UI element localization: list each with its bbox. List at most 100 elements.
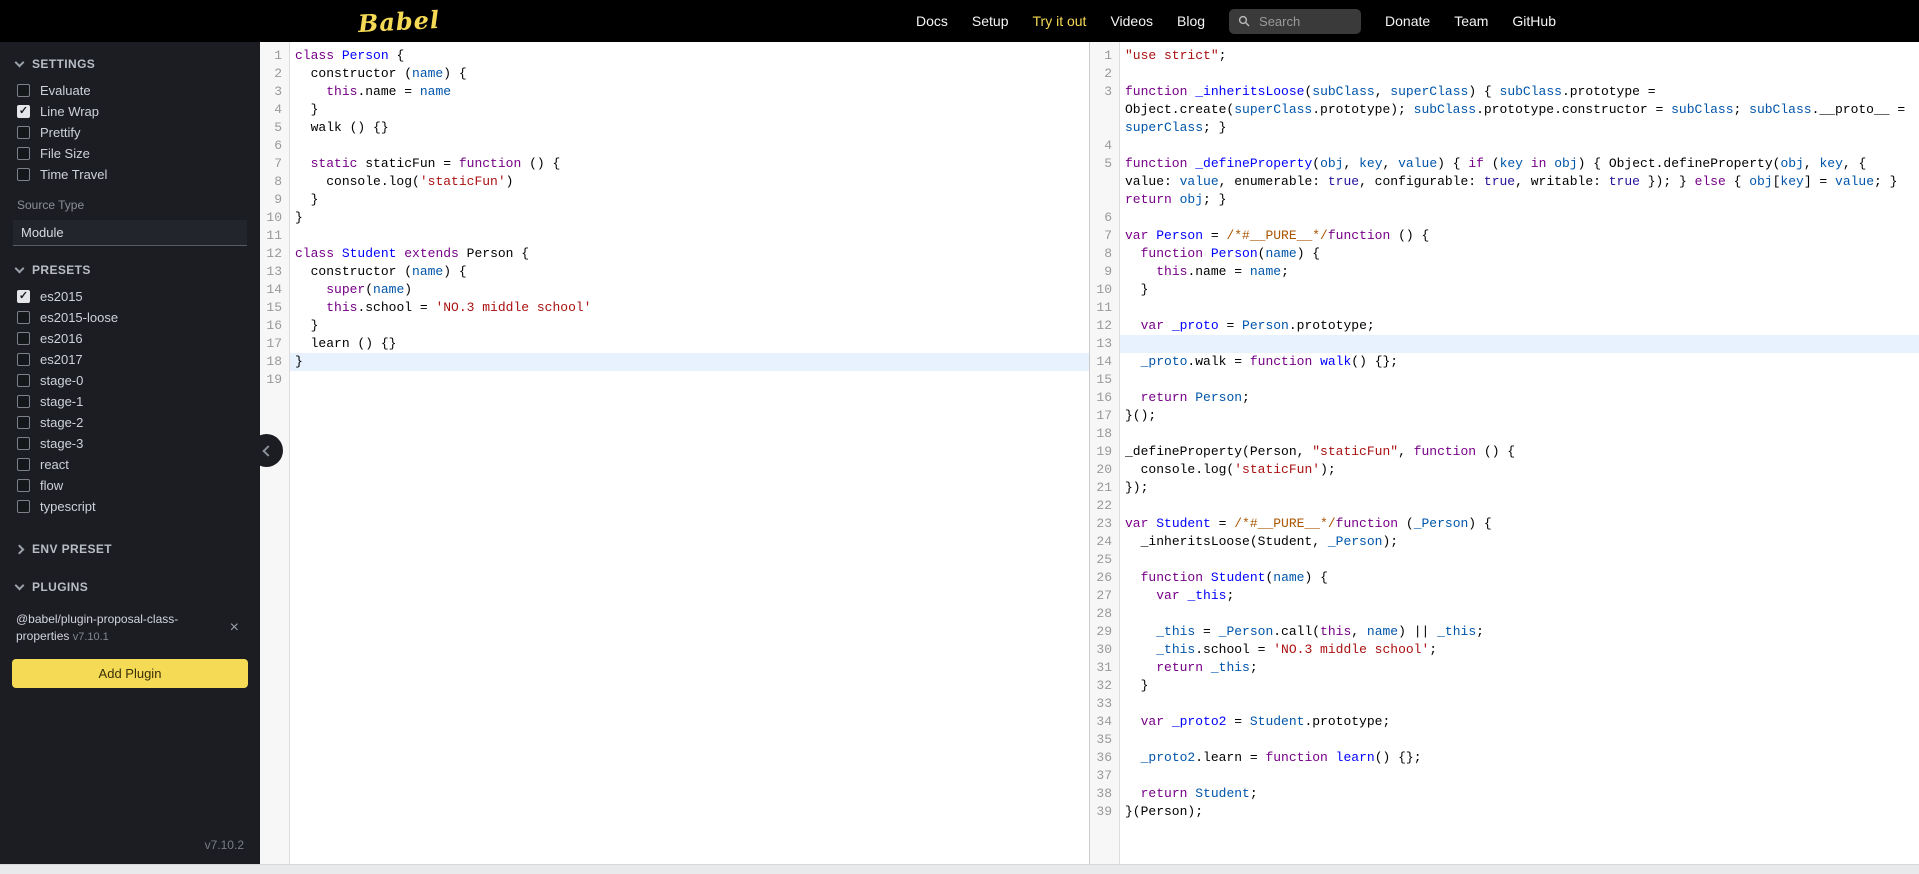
unchecked-checkbox[interactable] xyxy=(17,311,30,324)
horizontal-scrollbar[interactable] xyxy=(0,864,1919,874)
search-input[interactable] xyxy=(1257,12,1353,30)
code-text[interactable]: }(Person); xyxy=(1120,803,1919,821)
code-text[interactable] xyxy=(1120,551,1919,569)
code-text[interactable] xyxy=(290,227,1089,245)
code-text[interactable]: var Student = /*#__PURE__*/function (_Pe… xyxy=(1120,515,1919,533)
code-text[interactable]: function _defineProperty(obj, key, value… xyxy=(1120,155,1919,209)
code-text[interactable]: "use strict"; xyxy=(1120,47,1919,65)
code-text[interactable] xyxy=(1120,209,1919,227)
code-text[interactable] xyxy=(1120,497,1919,515)
code-text[interactable] xyxy=(1120,767,1919,785)
preset-typescript[interactable]: typescript xyxy=(0,496,260,517)
unchecked-checkbox[interactable] xyxy=(17,395,30,408)
env-preset-section-header[interactable]: ENV PRESET xyxy=(0,527,260,565)
code-text[interactable]: class Student extends Person { xyxy=(290,245,1089,263)
preset-stage-1[interactable]: stage-1 xyxy=(0,391,260,412)
code-text[interactable] xyxy=(290,137,1089,155)
code-text[interactable] xyxy=(1120,299,1919,317)
preset-flow[interactable]: flow xyxy=(0,475,260,496)
nav-link-videos[interactable]: Videos xyxy=(1098,13,1165,29)
source-type-select[interactable]: Module xyxy=(13,220,247,246)
nav-link-docs[interactable]: Docs xyxy=(904,13,960,29)
setting-file-size[interactable]: File Size xyxy=(0,143,260,164)
nav-link-blog[interactable]: Blog xyxy=(1165,13,1217,29)
unchecked-checkbox[interactable] xyxy=(17,416,30,429)
nav-link-try-it-out[interactable]: Try it out xyxy=(1021,13,1099,29)
code-text[interactable]: var _proto2 = Student.prototype; xyxy=(1120,713,1919,731)
preset-es2017[interactable]: es2017 xyxy=(0,349,260,370)
checked-checkbox[interactable]: ✓ xyxy=(17,290,30,303)
code-text[interactable]: _this.school = 'NO.3 middle school'; xyxy=(1120,641,1919,659)
preset-react[interactable]: react xyxy=(0,454,260,475)
code-text[interactable]: function Person(name) { xyxy=(1120,245,1919,263)
preset-es2015[interactable]: ✓ es2015 xyxy=(0,286,260,307)
code-text[interactable]: learn () {} xyxy=(290,335,1089,353)
preset-stage-3[interactable]: stage-3 xyxy=(0,433,260,454)
code-text[interactable] xyxy=(1120,65,1919,83)
code-text[interactable] xyxy=(1120,695,1919,713)
code-text[interactable]: function Student(name) { xyxy=(1120,569,1919,587)
code-text[interactable]: _proto2.learn = function learn() {}; xyxy=(1120,749,1919,767)
search-box[interactable] xyxy=(1229,8,1362,34)
code-text[interactable]: this.name = name; xyxy=(1120,263,1919,281)
preset-es2015-loose[interactable]: es2015-loose xyxy=(0,307,260,328)
preset-stage-2[interactable]: stage-2 xyxy=(0,412,260,433)
code-text[interactable] xyxy=(1120,731,1919,749)
code-text[interactable]: } xyxy=(1120,677,1919,695)
source-code-editor[interactable]: 1 class Person {2 constructor (name) {3 t… xyxy=(260,42,1089,864)
unchecked-checkbox[interactable] xyxy=(17,332,30,345)
code-text[interactable]: constructor (name) { xyxy=(290,65,1089,83)
nav-link-team[interactable]: Team xyxy=(1442,13,1500,29)
code-text[interactable]: _this = _Person.call(this, name) || _thi… xyxy=(1120,623,1919,641)
code-text[interactable]: return Student; xyxy=(1120,785,1919,803)
code-text[interactable]: } xyxy=(290,101,1089,119)
remove-plugin-button[interactable]: × xyxy=(225,618,244,638)
code-text[interactable]: var _proto = Person.prototype; xyxy=(1120,317,1919,335)
unchecked-checkbox[interactable] xyxy=(17,84,30,97)
code-text[interactable] xyxy=(1120,371,1919,389)
setting-line-wrap[interactable]: ✓ Line Wrap xyxy=(0,101,260,122)
unchecked-checkbox[interactable] xyxy=(17,353,30,366)
unchecked-checkbox[interactable] xyxy=(17,147,30,160)
settings-section-header[interactable]: SETTINGS xyxy=(0,42,260,80)
babel-logo[interactable]: Babel xyxy=(357,4,440,37)
compiled-output-editor[interactable]: 1 "use strict"; 2 3 function _inheritsLoose(… xyxy=(1089,42,1919,864)
preset-es2016[interactable]: es2016 xyxy=(0,328,260,349)
code-text[interactable]: } xyxy=(1120,281,1919,299)
checked-checkbox[interactable]: ✓ xyxy=(17,105,30,118)
code-text[interactable]: function _inheritsLoose(subClass, superC… xyxy=(1120,83,1919,137)
plugins-section-header[interactable]: PLUGINS xyxy=(0,565,260,603)
code-text[interactable]: console.log('staticFun') xyxy=(290,173,1089,191)
unchecked-checkbox[interactable] xyxy=(17,374,30,387)
nav-link-github[interactable]: GitHub xyxy=(1500,13,1568,29)
code-text[interactable]: super(name) xyxy=(290,281,1089,299)
nav-link-setup[interactable]: Setup xyxy=(960,13,1021,29)
code-text[interactable]: }(); xyxy=(1120,407,1919,425)
setting-time-travel[interactable]: Time Travel xyxy=(0,164,260,185)
code-text[interactable]: this.name = name xyxy=(290,83,1089,101)
code-text[interactable]: }); xyxy=(1120,479,1919,497)
unchecked-checkbox[interactable] xyxy=(17,168,30,181)
unchecked-checkbox[interactable] xyxy=(17,437,30,450)
code-text[interactable]: } xyxy=(290,209,1089,227)
code-text[interactable]: static staticFun = function () { xyxy=(290,155,1089,173)
unchecked-checkbox[interactable] xyxy=(17,500,30,513)
code-text[interactable]: _proto.walk = function walk() {}; xyxy=(1120,353,1919,371)
nav-link-donate[interactable]: Donate xyxy=(1373,13,1442,29)
active-code-line[interactable] xyxy=(1120,335,1919,353)
code-text[interactable]: _inheritsLoose(Student, _Person); xyxy=(1120,533,1919,551)
active-code-line[interactable]: } xyxy=(290,353,1089,371)
code-text[interactable]: _defineProperty(Person, "staticFun", fun… xyxy=(1120,443,1919,461)
code-text[interactable]: } xyxy=(290,191,1089,209)
setting-prettify[interactable]: Prettify xyxy=(0,122,260,143)
unchecked-checkbox[interactable] xyxy=(17,126,30,139)
code-text[interactable]: var Person = /*#__PURE__*/function () { xyxy=(1120,227,1919,245)
setting-evaluate[interactable]: Evaluate xyxy=(0,80,260,101)
code-text[interactable] xyxy=(290,371,1089,389)
code-text[interactable] xyxy=(1120,425,1919,443)
code-text[interactable]: return Person; xyxy=(1120,389,1919,407)
code-text[interactable]: return _this; xyxy=(1120,659,1919,677)
preset-stage-0[interactable]: stage-0 xyxy=(0,370,260,391)
code-text[interactable]: class Person { xyxy=(290,47,1089,65)
code-text[interactable] xyxy=(1120,605,1919,623)
